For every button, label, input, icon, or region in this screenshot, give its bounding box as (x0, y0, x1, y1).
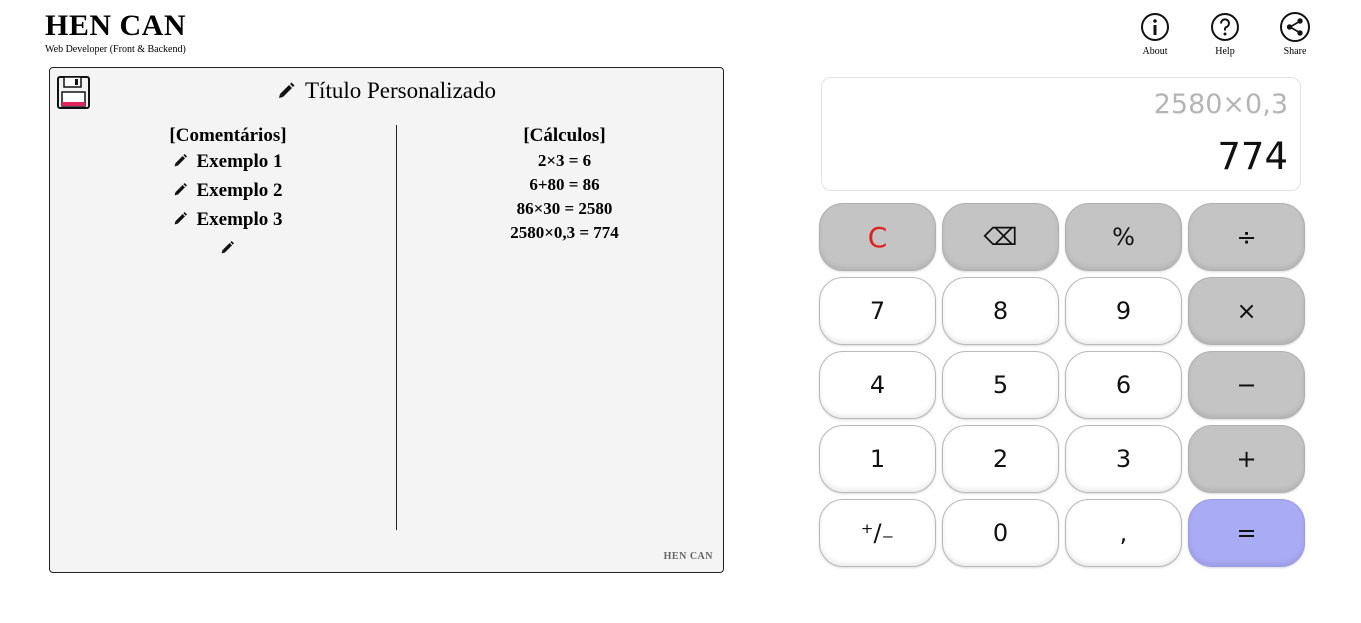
digit-7-button[interactable]: 7 (819, 277, 936, 345)
digit-4-button[interactable]: 4 (819, 351, 936, 419)
pencil-icon (175, 183, 188, 196)
key-label: , (1119, 519, 1128, 547)
key-label: ÷ (1236, 223, 1257, 251)
help-label: Help (1215, 46, 1235, 57)
key-label: 8 (992, 297, 1009, 325)
about-link[interactable]: About (1120, 11, 1190, 57)
pencil-icon (175, 154, 188, 167)
clear-button[interactable]: C (819, 203, 936, 271)
key-label: 0 (992, 519, 1009, 547)
subtract-button[interactable]: − (1188, 351, 1305, 419)
comment-text: Exemplo 1 (196, 151, 283, 172)
comment-item[interactable]: Exemplo 3 (50, 205, 406, 234)
digit-9-button[interactable]: 9 (1065, 277, 1182, 345)
share-icon (1280, 12, 1310, 42)
key-label: 6 (1115, 371, 1132, 399)
calculations-column: [Cálculos] 2×3 = 6 6+80 = 86 86×30 = 258… (406, 125, 723, 245)
notepad-title[interactable]: Título Personalizado (50, 78, 723, 104)
notepad-panel: Título Personalizado [Comentários] Exemp… (49, 67, 724, 573)
calculator-display: 2580×0,3 774 (821, 77, 1301, 191)
toggle-sign-button[interactable]: ⁺/₋ (819, 499, 936, 567)
about-label: About (1142, 46, 1168, 57)
key-label: % (1112, 223, 1135, 251)
help-link[interactable]: Help (1190, 11, 1260, 57)
digit-1-button[interactable]: 1 (819, 425, 936, 493)
decimal-comma-button[interactable]: , (1065, 499, 1182, 567)
divide-button[interactable]: ÷ (1188, 203, 1305, 271)
key-label: × (1236, 297, 1257, 325)
share-label: Share (1283, 46, 1307, 57)
digit-6-button[interactable]: 6 (1065, 351, 1182, 419)
pencil-icon (221, 241, 234, 254)
comments-heading: [Comentários] (169, 125, 287, 146)
key-label: 1 (869, 445, 886, 473)
key-label: 9 (1115, 297, 1132, 325)
key-label: + (1236, 445, 1257, 473)
brand-subtitle: Web Developer (Front & Backend) (45, 44, 186, 55)
brand: HEN CAN Web Developer (Front & Backend) (45, 10, 186, 56)
calculations-heading: [Cálculos] (523, 125, 606, 146)
key-label: 5 (992, 371, 1009, 399)
digit-8-button[interactable]: 8 (942, 277, 1059, 345)
digit-5-button[interactable]: 5 (942, 351, 1059, 419)
key-label: ⁺/₋ (860, 519, 895, 547)
key-label: 3 (1115, 445, 1132, 473)
new-comment-item[interactable] (50, 234, 406, 263)
expression-readout: 2580×0,3 (1153, 89, 1288, 120)
key-label: − (1236, 371, 1257, 399)
top-navigation: About Help Share (1120, 11, 1330, 57)
comment-text: Exemplo 3 (196, 209, 283, 230)
key-label: 7 (869, 297, 886, 325)
notepad-title-text: Título Personalizado (305, 78, 496, 103)
key-label: ⌫ (983, 223, 1018, 251)
info-icon (1141, 13, 1169, 41)
comment-item[interactable]: Exemplo 1 (50, 147, 406, 176)
key-label: = (1236, 519, 1257, 547)
digit-2-button[interactable]: 2 (942, 425, 1059, 493)
key-label: 2 (992, 445, 1009, 473)
share-link[interactable]: Share (1260, 11, 1330, 57)
digit-3-button[interactable]: 3 (1065, 425, 1182, 493)
calculator-keypad: C ⌫ % ÷ 7 8 9 × 4 5 6 − 1 2 3 + ⁺/₋ 0 , … (819, 203, 1305, 567)
result-readout: 774 (1217, 135, 1288, 178)
add-button[interactable]: + (1188, 425, 1305, 493)
pencil-icon (175, 212, 188, 225)
equals-button[interactable]: = (1188, 499, 1305, 567)
multiply-button[interactable]: × (1188, 277, 1305, 345)
key-label: C (867, 220, 888, 254)
calculation-line: 6+80 = 86 (529, 175, 600, 194)
brand-title: HEN CAN (45, 9, 187, 42)
comment-text: Exemplo 2 (196, 180, 283, 201)
comments-column: [Comentários] Exemplo 1 Exemplo 2 Exempl… (50, 125, 406, 263)
pencil-icon (279, 82, 295, 98)
calculation-line: 86×30 = 2580 (516, 199, 613, 218)
watermark: HEN CAN (663, 551, 713, 562)
calculation-line: 2×3 = 6 (537, 151, 592, 170)
calculation-line: 2580×0,3 = 774 (510, 223, 619, 242)
digit-0-button[interactable]: 0 (942, 499, 1059, 567)
percent-button[interactable]: % (1065, 203, 1182, 271)
help-icon (1211, 13, 1239, 41)
key-label: 4 (869, 371, 886, 399)
comment-item[interactable]: Exemplo 2 (50, 176, 406, 205)
backspace-button[interactable]: ⌫ (942, 203, 1059, 271)
